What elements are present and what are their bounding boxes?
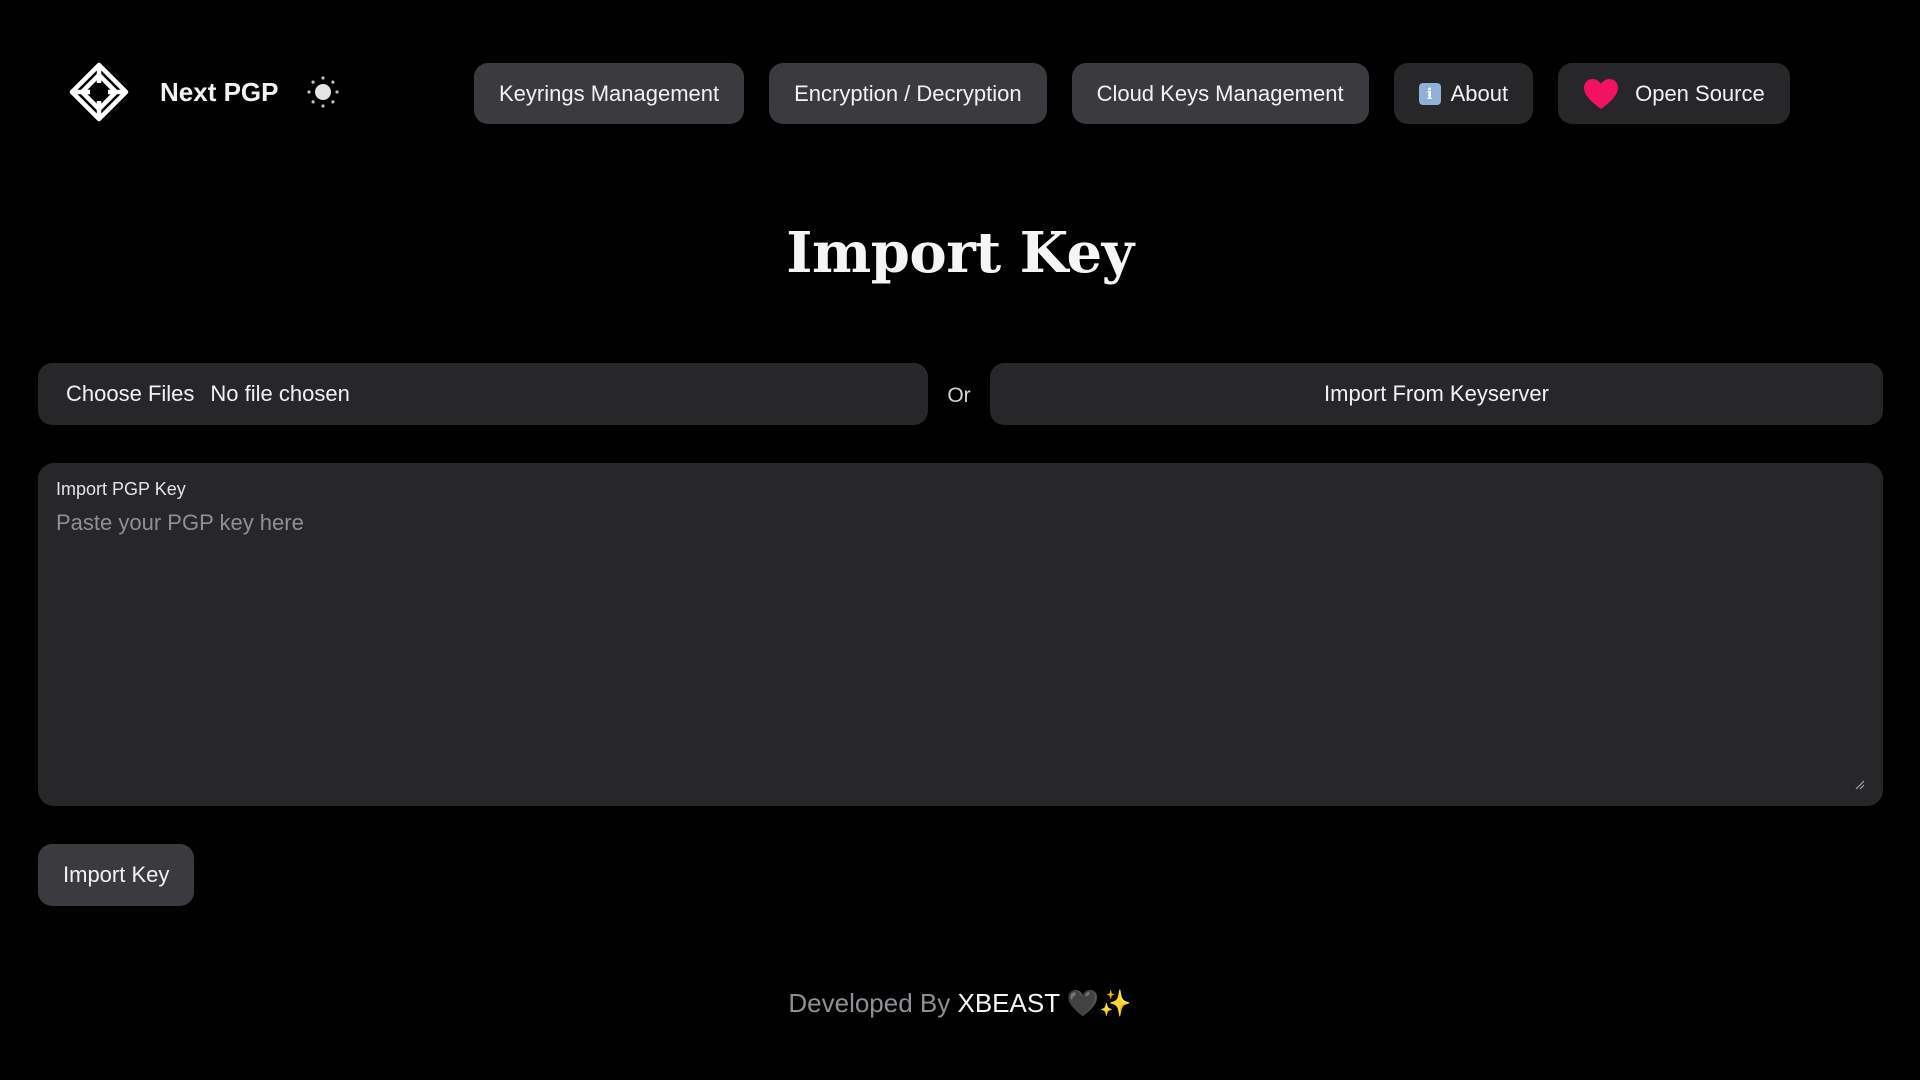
nav-label: Cloud Keys Management <box>1096 80 1344 106</box>
pgp-key-textarea-container: Import PGP Key <box>38 463 1883 806</box>
nav-cloud-keys-management[interactable]: Cloud Keys Management <box>1071 63 1369 124</box>
nav-label: Encryption / Decryption <box>794 80 1022 106</box>
nav-encryption-decryption[interactable]: Encryption / Decryption <box>769 63 1047 124</box>
footer-emoji: 🖤✨ <box>1066 988 1132 1018</box>
info-icon: i <box>1418 82 1441 105</box>
file-input[interactable]: Choose Files No file chosen <box>38 363 928 425</box>
nav-label: About <box>1450 80 1509 106</box>
brand-name: Next PGP <box>160 76 279 107</box>
nav-label: Open Source <box>1635 80 1765 106</box>
heart-icon <box>1584 78 1619 109</box>
import-from-keyserver-button[interactable]: Import From Keyserver <box>990 363 1883 425</box>
pgp-key-label: Import PGP Key <box>56 479 186 499</box>
pgp-key-textarea[interactable] <box>56 510 1865 780</box>
keyserver-button-label: Import From Keyserver <box>1324 381 1549 406</box>
sun-icon <box>306 76 339 108</box>
or-separator: Or <box>947 384 971 407</box>
choose-files-button[interactable]: Choose Files <box>66 381 194 407</box>
next-pgp-logo-icon[interactable] <box>68 61 130 123</box>
footer-prefix: Developed By <box>788 988 951 1018</box>
resize-handle-icon[interactable] <box>1855 780 1865 790</box>
nav-keyrings-management[interactable]: Keyrings Management <box>474 63 745 124</box>
footer: Developed By XBEAST 🖤✨ <box>0 988 1920 1019</box>
import-key-label: Import Key <box>63 862 170 887</box>
header: Next PGP Keyrings Management Encryption … <box>0 0 1920 190</box>
main-nav: Keyrings Management Encryption / Decrypt… <box>474 63 1790 124</box>
theme-toggle-button[interactable] <box>305 74 341 110</box>
footer-author-link[interactable]: XBEAST <box>958 988 1060 1018</box>
page-title: Import Key <box>786 220 1134 286</box>
nav-open-source[interactable]: Open Source <box>1558 63 1790 124</box>
nav-about[interactable]: i About <box>1393 63 1534 124</box>
nav-label: Keyrings Management <box>499 80 720 106</box>
file-status: No file chosen <box>210 381 350 406</box>
brand: Next PGP <box>68 62 341 122</box>
import-key-button[interactable]: Import Key <box>38 844 195 906</box>
import-source-row: Choose Files No file chosen Or Import Fr… <box>38 363 1883 425</box>
